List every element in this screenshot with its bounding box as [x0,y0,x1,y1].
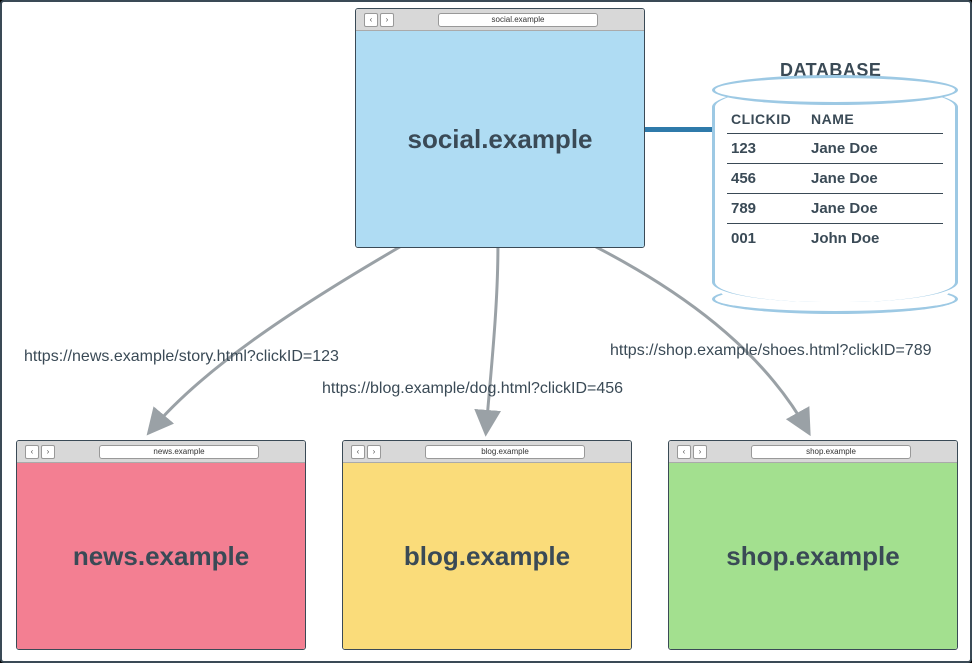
db-cell-id: 789 [731,200,811,217]
browser-body: news.example [17,463,305,649]
browser-body: shop.example [669,463,957,649]
browser-shop: ‹ › shop.example shop.example [668,440,958,650]
forward-button[interactable]: › [41,445,55,459]
browser-chrome: ‹ › news.example [17,441,305,463]
nav-buttons: ‹ › [364,13,394,27]
db-row: 001 John Doe [727,224,943,253]
back-button[interactable]: ‹ [25,445,39,459]
db-row: 456 Jane Doe [727,164,943,194]
back-button[interactable]: ‹ [351,445,365,459]
db-cell-id: 456 [731,170,811,187]
forward-button[interactable]: › [367,445,381,459]
diagram-canvas: ‹ › social.example social.example DATABA… [0,0,972,663]
db-header-row: CLICKID NAME [727,105,943,134]
db-cell-name: Jane Doe [811,170,939,187]
db-col-name: NAME [811,111,939,127]
url-bar[interactable]: shop.example [751,445,911,459]
browser-body: blog.example [343,463,631,649]
nav-buttons: ‹ › [677,445,707,459]
browser-body: social.example [356,31,644,247]
url-bar[interactable]: blog.example [425,445,585,459]
link-label-blog: https://blog.example/dog.html?clickID=45… [322,380,623,398]
db-connector-line [645,127,715,132]
back-button[interactable]: ‹ [677,445,691,459]
browser-chrome: ‹ › blog.example [343,441,631,463]
page-title: news.example [73,541,249,572]
forward-button[interactable]: › [380,13,394,27]
link-label-shop: https://shop.example/shoes.html?clickID=… [610,342,932,360]
browser-blog: ‹ › blog.example blog.example [342,440,632,650]
page-title: social.example [408,124,593,155]
url-bar[interactable]: social.example [438,13,598,27]
db-col-clickid: CLICKID [731,111,811,127]
database-table: CLICKID NAME 123 Jane Doe 456 Jane Doe 7… [727,105,943,292]
db-cell-name: Jane Doe [811,140,939,157]
page-title: blog.example [404,541,570,572]
browser-chrome: ‹ › social.example [356,9,644,31]
nav-buttons: ‹ › [351,445,381,459]
link-label-news: https://news.example/story.html?clickID=… [24,348,339,366]
database-cylinder: CLICKID NAME 123 Jane Doe 456 Jane Doe 7… [712,87,958,302]
browser-chrome: ‹ › shop.example [669,441,957,463]
db-cell-name: John Doe [811,230,939,247]
db-row: 789 Jane Doe [727,194,943,224]
db-cell-id: 123 [731,140,811,157]
browser-news: ‹ › news.example news.example [16,440,306,650]
page-title: shop.example [726,541,899,572]
browser-social: ‹ › social.example social.example [355,8,645,248]
back-button[interactable]: ‹ [364,13,378,27]
db-cell-name: Jane Doe [811,200,939,217]
url-bar[interactable]: news.example [99,445,259,459]
forward-button[interactable]: › [693,445,707,459]
db-cell-id: 001 [731,230,811,247]
db-row: 123 Jane Doe [727,134,943,164]
nav-buttons: ‹ › [25,445,55,459]
